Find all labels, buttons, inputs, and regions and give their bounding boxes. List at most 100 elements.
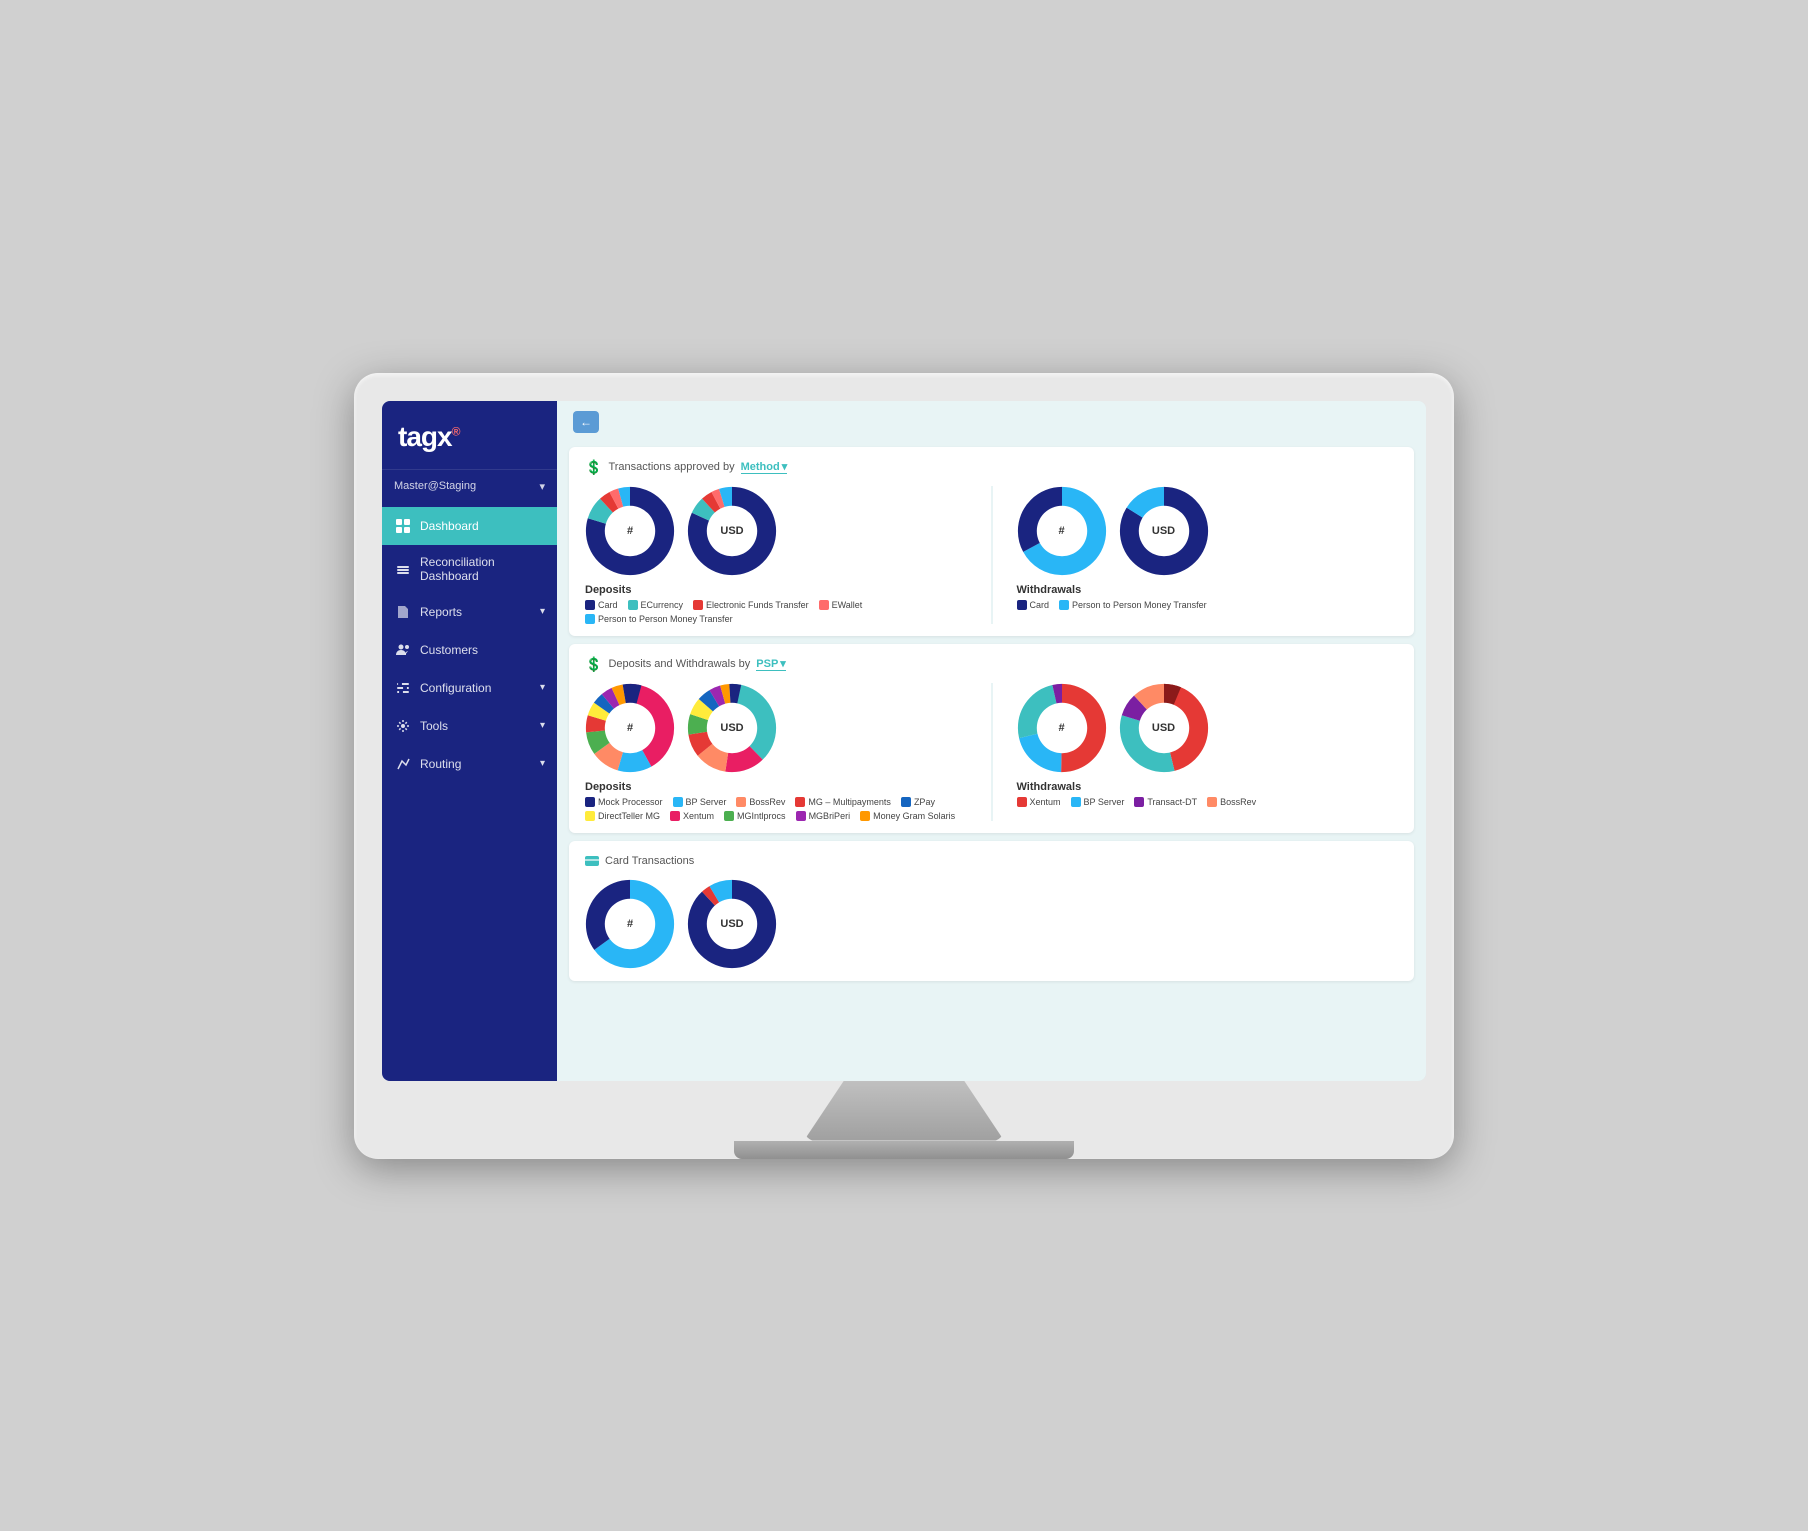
psp-card: 💲 Deposits and Withdrawals by PSP ▾ [569,644,1414,833]
deposits-usd-donut: USD [687,486,777,576]
card-transactions-header: Card Transactions [585,853,1398,869]
transactions-approved-card: 💲 Transactions approved by Method ▾ [569,447,1414,636]
card-count-label: # [627,918,633,930]
transactions-approved-header: 💲 Transactions approved by Method ▾ [585,459,1398,476]
psp-deposits-usd-donut: USD [687,683,777,773]
deposits-count-donut: # [585,486,675,576]
card-usd-label: USD [720,918,743,930]
psp-deposits-label-section: Deposits Mock Processor BP Server [585,781,967,821]
psp-withdrawals-charts-pair: # [1017,683,1399,773]
withdrawals-count-donut: # [1017,486,1107,576]
deposits-label-section: Deposits Card ECurrency [585,584,967,624]
grid-icon [394,517,412,535]
psp-withdrawals-usd-label: USD [1152,722,1175,734]
legend-w-bp: BP Server [1071,797,1125,807]
psp-deposits-usd-label: USD [720,722,743,734]
psp-deposits-count-donut: # [585,683,675,773]
legend-w-xentum: Xentum [1017,797,1061,807]
sidebar-account[interactable]: Master@Staging ▾ [382,470,557,503]
legend-w-bossrev: BossRev [1207,797,1256,807]
deposits-group: # [585,486,967,624]
psp-withdrawals-usd-donut: USD [1119,683,1209,773]
monitor-outer: tagx® Master@Staging ▾ [354,373,1454,1159]
withdrawals-label-section: Withdrawals Card Person to Person Money … [1017,584,1399,610]
method-dropdown-arrow: ▾ [782,460,788,473]
deposits-title: Deposits [585,584,967,596]
legend-w-transact: Transact-DT [1134,797,1197,807]
legend-mgintlprocs: MGIntlprocs [724,811,786,821]
psp-deposits-group: # [585,683,967,821]
configuration-arrow-icon: ▾ [540,682,545,693]
legend-w-card: Card [1017,600,1050,610]
sliders-icon [394,679,412,697]
tools-arrow-icon: ▾ [540,720,545,731]
legend-mgs: Money Gram Solaris [860,811,955,821]
legend-mg-multi: MG – Multipayments [795,797,891,807]
card-icon [585,853,599,869]
route-icon [394,755,412,773]
psp-deposits-title: Deposits [585,781,967,793]
withdrawals-title: Withdrawals [1017,584,1399,596]
legend-zpay: ZPay [901,797,935,807]
legend-eft: Electronic Funds Transfer [693,600,809,610]
withdrawals-usd-label: USD [1152,525,1175,537]
top-bar: ← [557,401,1426,443]
withdrawals-charts-pair: # USD [1017,486,1399,576]
monitor-base [734,1141,1074,1159]
customers-label: Customers [420,643,478,657]
psp-withdrawals-group: # [1017,683,1399,807]
back-button[interactable]: ← [573,411,599,433]
deposits-usd-label: USD [720,525,743,537]
monitor-screen: tagx® Master@Staging ▾ [382,401,1426,1081]
main-content: ← 💲 Transactions approved by Method ▾ [557,401,1426,1081]
sidebar-item-reconciliation[interactable]: Reconciliation Dashboard [382,545,557,593]
tools-icon [394,717,412,735]
reports-arrow-icon: ▾ [540,606,545,617]
legend-ecurrency: ECurrency [628,600,684,610]
legend-bossrev: BossRev [736,797,785,807]
card2-divider [991,683,993,821]
method-selector[interactable]: Method ▾ [741,460,788,474]
sidebar-item-reports[interactable]: Reports ▾ [382,593,557,631]
reconciliation-label: Reconciliation Dashboard [420,555,545,583]
transactions-charts-row: # [585,486,1398,624]
routing-label: Routing [420,757,461,771]
sidebar-item-routing[interactable]: Routing ▾ [382,745,557,783]
psp-withdrawals-label-section: Withdrawals Xentum BP Server [1017,781,1399,807]
psp-header: 💲 Deposits and Withdrawals by PSP ▾ [585,656,1398,673]
legend-bp: BP Server [673,797,727,807]
sidebar-item-customers[interactable]: Customers [382,631,557,669]
sidebar-item-configuration[interactable]: Configuration ▾ [382,669,557,707]
legend-p2p: Person to Person Money Transfer [585,614,733,624]
sidebar-item-tools[interactable]: Tools ▾ [382,707,557,745]
deposits-legend: Card ECurrency Electronic Funds Transfer [585,600,967,624]
transactions-approved-title: Transactions approved by [608,461,734,473]
sidebar: tagx® Master@Staging ▾ [382,401,557,1081]
psp-withdrawals-legend: Xentum BP Server Transact-DT [1017,797,1399,807]
card-transactions-charts-pair: # USD [585,879,1398,969]
monitor-stand [804,1081,1004,1141]
legend-ewallet: EWallet [819,600,863,610]
card-transactions-card: Card Transactions # [569,841,1414,981]
sidebar-item-dashboard[interactable]: Dashboard [382,507,557,545]
psp-withdrawals-title: Withdrawals [1017,781,1399,793]
configuration-label: Configuration [420,681,491,695]
logo-name: tagx [398,421,452,452]
sidebar-logo: tagx® [382,401,557,470]
psp-selector[interactable]: PSP ▾ [756,657,786,671]
reports-label: Reports [420,605,462,619]
layers-icon [394,560,412,578]
chevron-down-icon: ▾ [539,480,545,493]
legend-mgbriperi: MGBriPeri [796,811,851,821]
card-usd-donut: USD [687,879,777,969]
psp-withdrawals-count-label: # [1058,722,1064,734]
deposits-count-label: # [627,525,633,537]
psp-charts-row: # [585,683,1398,821]
card1-divider [991,486,993,624]
deposits-charts-pair: # [585,486,967,576]
logo-registered: ® [452,424,460,438]
withdrawals-usd-donut: USD [1119,486,1209,576]
tools-label: Tools [420,719,448,733]
account-label: Master@Staging [394,480,476,492]
dollar2-icon: 💲 [585,656,602,673]
